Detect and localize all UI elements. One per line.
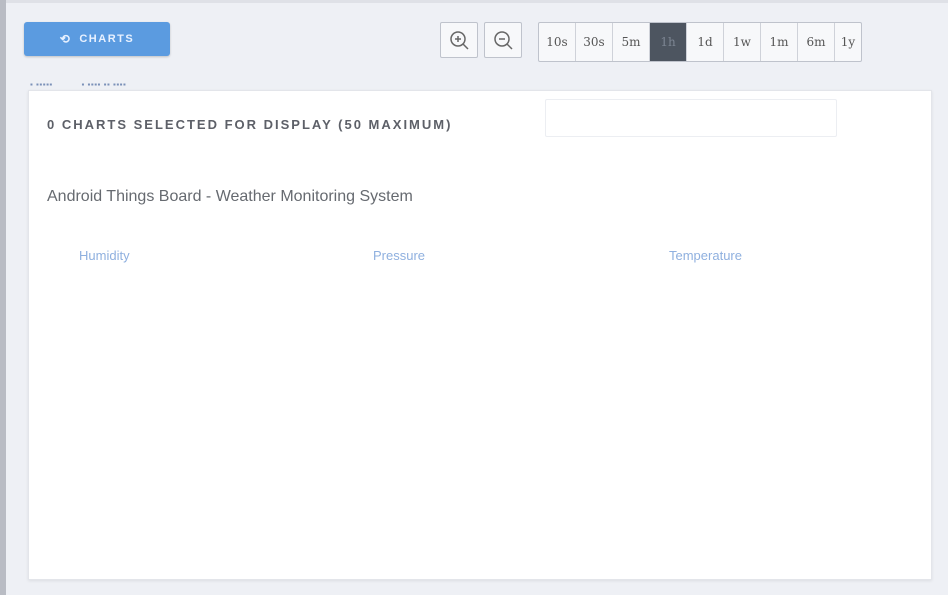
zoom-out-button[interactable] xyxy=(484,22,522,58)
charts-icon: ⟲ xyxy=(59,32,72,46)
range-1m[interactable]: 1m xyxy=(761,23,798,61)
chart-link-humidity[interactable]: Humidity xyxy=(79,248,130,263)
zoom-in-icon xyxy=(450,31,469,50)
range-1d[interactable]: 1d xyxy=(687,23,724,61)
filter-input-ghost xyxy=(545,99,837,137)
zoom-in-button[interactable] xyxy=(440,22,478,58)
range-5m[interactable]: 5m xyxy=(613,23,650,61)
zoom-out-icon xyxy=(494,31,513,50)
charts-button-label: CHARTS xyxy=(79,33,135,45)
window-top-edge xyxy=(6,0,948,3)
subnav-item-2[interactable]: ▪ ▪▪▪▪ ▪▪ ▪▪▪▪ xyxy=(81,80,126,89)
charts-selected-header: 0 CHARTS SELECTED FOR DISPLAY (50 MAXIMU… xyxy=(47,117,453,132)
range-30s[interactable]: 30s xyxy=(576,23,613,61)
sub-navigation: ▪ ▪▪▪▪▪ ▪ ▪▪▪▪ ▪▪ ▪▪▪▪ xyxy=(30,80,152,89)
chart-link-pressure[interactable]: Pressure xyxy=(373,248,425,263)
range-10s[interactable]: 10s xyxy=(539,23,576,61)
window-left-edge xyxy=(0,0,6,595)
time-range-selector: 10s 30s 5m 1h 1d 1w 1m 6m 1y xyxy=(538,22,862,62)
board-title: Android Things Board - Weather Monitorin… xyxy=(47,188,413,205)
range-6m[interactable]: 6m xyxy=(798,23,835,61)
range-1h[interactable]: 1h xyxy=(650,23,687,61)
chart-selection-panel: 0 CHARTS SELECTED FOR DISPLAY (50 MAXIMU… xyxy=(28,90,932,580)
chart-link-temperature[interactable]: Temperature xyxy=(669,248,742,263)
subnav-item-1[interactable]: ▪ ▪▪▪▪▪ xyxy=(30,80,53,89)
charts-button[interactable]: ⟲ CHARTS xyxy=(24,22,170,56)
range-1y[interactable]: 1y xyxy=(835,23,861,61)
range-1w[interactable]: 1w xyxy=(724,23,761,61)
